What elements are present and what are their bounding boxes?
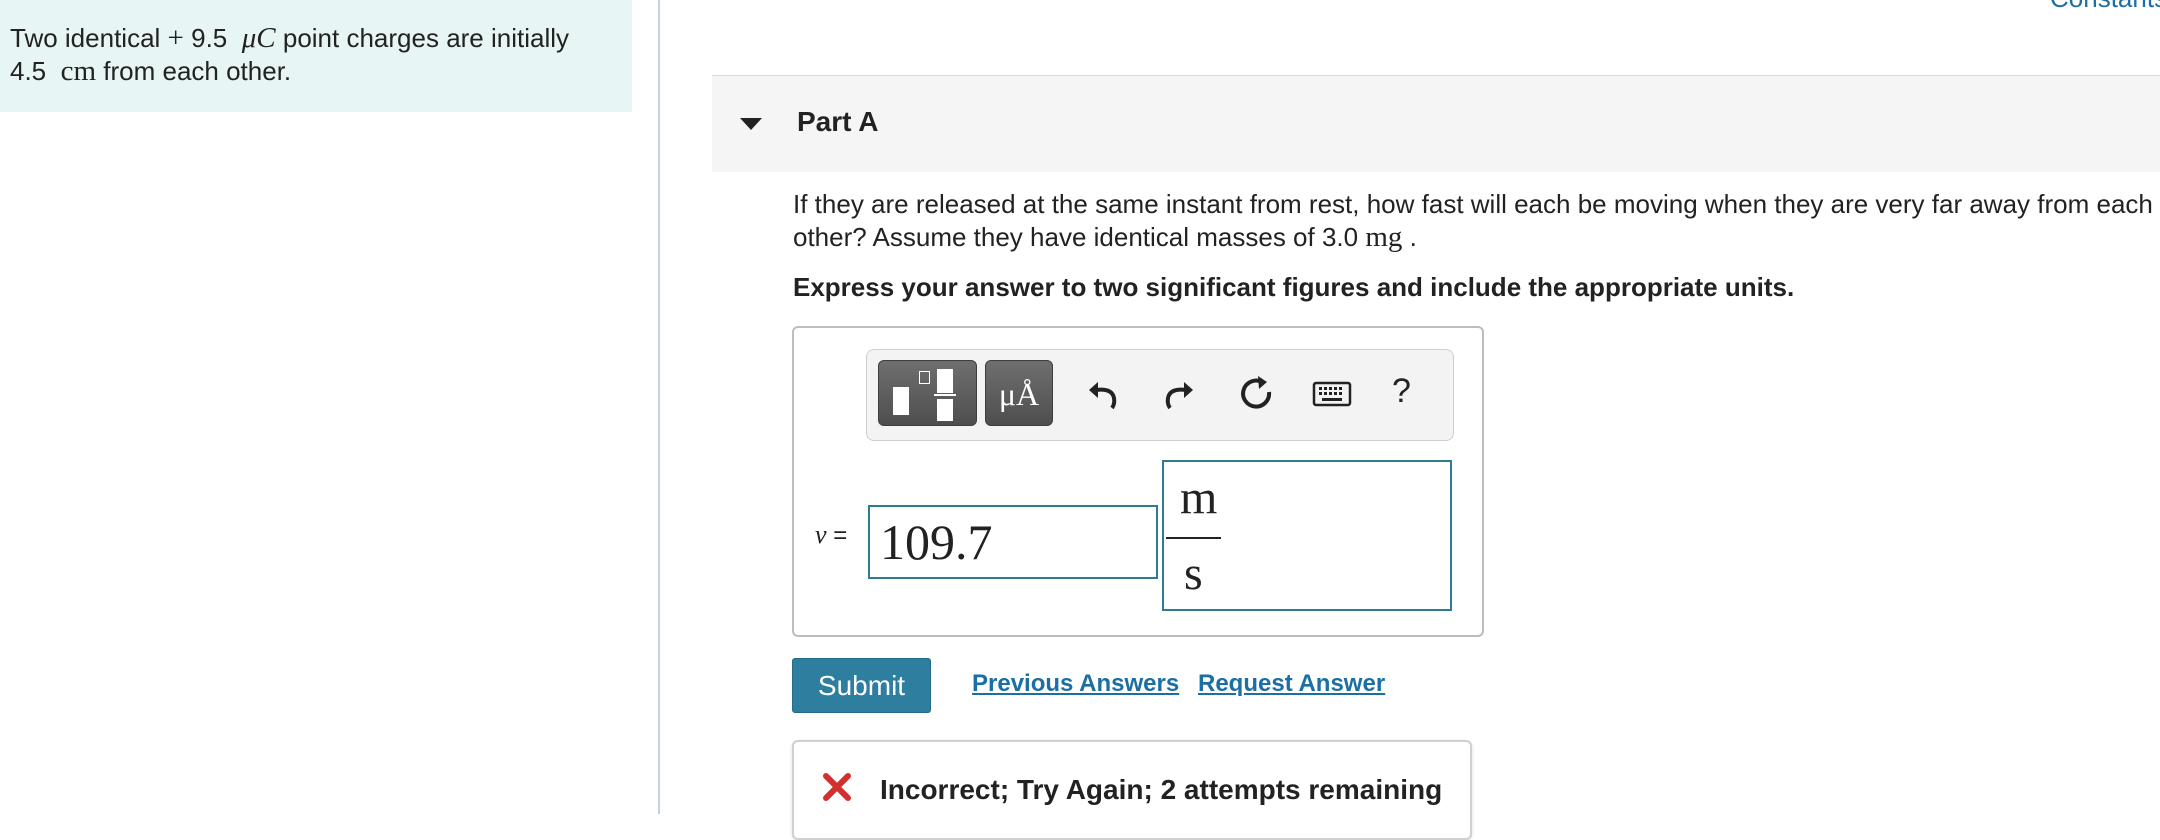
panel-divider xyxy=(658,0,660,814)
part-title: Part A xyxy=(797,106,879,137)
unit-fraction-bar xyxy=(1166,537,1221,539)
undo-icon[interactable] xyxy=(1086,372,1120,416)
previous-answers-link[interactable]: Previous Answers xyxy=(972,670,1179,698)
keyboard-icon[interactable] xyxy=(1312,372,1352,416)
unit-numerator: m xyxy=(1180,471,1218,524)
question-text: If they are released at the same instant… xyxy=(793,188,2160,254)
charge-value: 9.5 xyxy=(191,23,228,53)
answer-instruction: Express your answer to two significant f… xyxy=(793,272,1795,302)
variable-symbol: v xyxy=(815,520,827,549)
submit-button[interactable]: Submit xyxy=(792,658,931,713)
distance-unit: cm xyxy=(60,55,97,87)
problem-text-start: Two identical xyxy=(10,23,168,53)
problem-text-middle: point charges are initially xyxy=(275,23,570,53)
feedback-message: Incorrect; Try Again; 2 attempts remaini… xyxy=(880,774,1443,805)
template-square-num xyxy=(937,369,953,393)
error-x-icon xyxy=(823,773,851,801)
caret-down-icon[interactable] xyxy=(740,118,762,130)
distance-value: 4.5 xyxy=(10,56,47,86)
template-fraction-bar xyxy=(934,394,956,396)
problem-text-end: from each other. xyxy=(96,56,292,86)
template-placeholder-square xyxy=(919,371,930,384)
charge-sign: + xyxy=(167,22,184,54)
templates-button[interactable] xyxy=(878,360,977,426)
constants-link[interactable]: Constants xyxy=(2050,0,2160,14)
template-square-left xyxy=(893,387,909,415)
redo-icon[interactable] xyxy=(1162,372,1196,416)
unit-denominator: s xyxy=(1184,547,1203,600)
request-answer-link[interactable]: Request Answer xyxy=(1198,670,1385,698)
answer-variable-label: v = xyxy=(815,520,847,550)
charge-unit: μC xyxy=(241,22,276,54)
question-line-2-end: . xyxy=(1402,222,1417,252)
part-header[interactable] xyxy=(712,76,2160,172)
mass-unit: mg xyxy=(1365,221,1403,253)
units-button[interactable]: μÅ xyxy=(985,360,1053,426)
answer-value-input[interactable]: 109.7 xyxy=(868,505,1158,579)
question-line-1: If they are released at the same instant… xyxy=(793,189,2153,219)
template-square-den xyxy=(937,399,953,421)
question-line-2: other? Assume they have identical masses… xyxy=(793,222,1366,252)
help-icon[interactable]: ? xyxy=(1392,372,1411,411)
reset-icon[interactable] xyxy=(1238,372,1276,416)
equals-sign: = xyxy=(826,522,848,549)
problem-statement: Two identical + 9.5 μC point charges are… xyxy=(10,22,620,88)
